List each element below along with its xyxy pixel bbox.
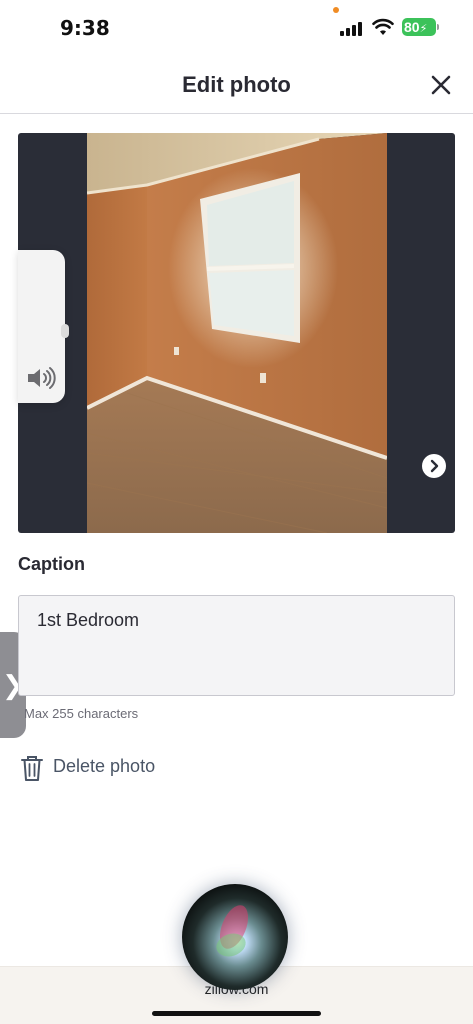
wifi-icon: [372, 18, 394, 35]
chevron-right-icon: [430, 459, 439, 473]
photo-viewer: [18, 133, 455, 533]
header: Edit photo: [0, 56, 473, 114]
home-indicator[interactable]: [152, 1011, 321, 1016]
cellular-signal-icon: [340, 20, 364, 36]
caption-input[interactable]: 1st Bedroom: [18, 595, 455, 696]
next-photo-button[interactable]: [422, 454, 446, 478]
caption-helper-text: Max 255 characters: [24, 706, 139, 721]
battery-level: 80: [404, 19, 420, 35]
battery-indicator: 80⚡: [402, 18, 439, 36]
status-time: 9:38: [60, 16, 110, 40]
trash-icon: [21, 756, 43, 781]
speaker-volume-icon: [28, 367, 56, 389]
volume-hud: [18, 250, 69, 403]
charging-bolt-icon: ⚡: [419, 23, 428, 35]
page-title: Edit photo: [182, 72, 291, 97]
delete-photo-label: Delete photo: [53, 756, 156, 776]
siri-orb[interactable]: [182, 884, 288, 990]
close-icon[interactable]: [428, 72, 454, 98]
volume-handle: [61, 324, 69, 338]
caption-label: Caption: [18, 554, 85, 574]
privacy-indicator: [333, 7, 339, 13]
room-photo: [87, 133, 387, 533]
delete-photo-button[interactable]: Delete photo: [18, 752, 218, 782]
status-bar: 9:38 80⚡: [0, 0, 473, 56]
